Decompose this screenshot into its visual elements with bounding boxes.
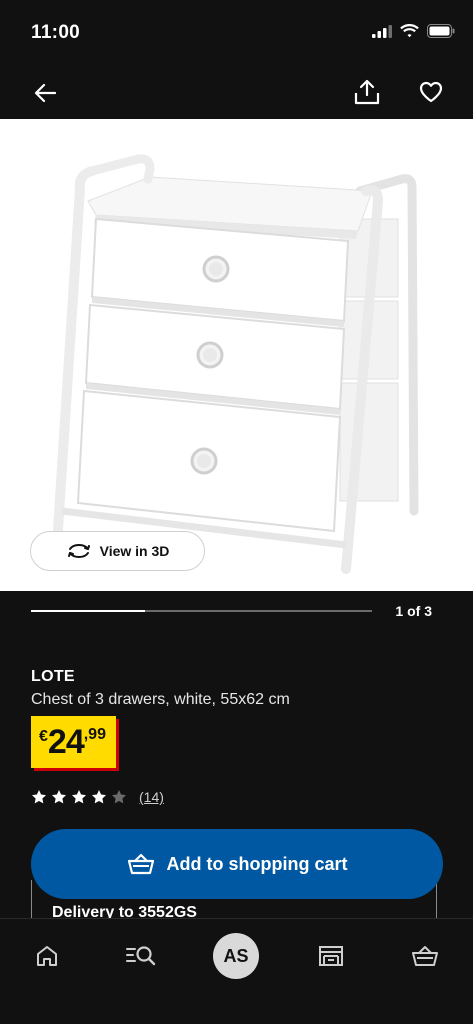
rotate-3d-icon — [67, 543, 90, 559]
price-tag: € 24 ,99 — [31, 716, 116, 768]
image-carousel-indicator: 1 of 3 — [0, 591, 473, 631]
share-button[interactable] — [351, 76, 383, 108]
bottom-navigation: AS — [0, 918, 473, 1024]
heart-icon — [419, 81, 443, 103]
product-rating[interactable]: (14) — [31, 789, 164, 805]
favorite-button[interactable] — [416, 77, 446, 107]
chest-of-drawers-illustration — [53, 154, 419, 574]
star-filled-icon — [52, 790, 66, 804]
home-icon — [37, 946, 57, 966]
nav-home[interactable] — [24, 933, 70, 979]
battery-icon — [427, 24, 455, 38]
product-name: LOTE — [31, 668, 75, 685]
star-filled-icon — [32, 790, 46, 804]
add-to-cart-label: Add to shopping cart — [166, 853, 348, 874]
star-empty-icon — [112, 790, 126, 804]
rating-stars — [31, 789, 127, 805]
basket-icon — [412, 946, 438, 966]
price-currency: € — [39, 728, 48, 745]
share-icon — [354, 79, 380, 105]
status-time: 11:00 — [31, 22, 81, 43]
price-integer: 24 — [47, 723, 85, 761]
star-filled-icon — [92, 790, 106, 804]
signal-icon — [372, 24, 392, 38]
nav-stores[interactable] — [308, 933, 354, 979]
status-icons — [372, 24, 455, 38]
product-image[interactable]: View in 3D — [0, 119, 473, 591]
carousel-progress-track[interactable] — [31, 610, 372, 612]
price-decimal: ,99 — [83, 726, 106, 743]
store-icon — [319, 946, 343, 966]
arrow-left-icon — [34, 83, 56, 103]
view-in-3d-button[interactable]: View in 3D — [30, 531, 205, 571]
wifi-icon — [400, 24, 419, 38]
review-count-link[interactable]: (14) — [139, 789, 164, 805]
back-button[interactable] — [30, 78, 60, 108]
add-to-cart-button[interactable]: Add to shopping cart — [31, 829, 443, 899]
star-filled-icon — [72, 790, 86, 804]
nav-basket[interactable] — [402, 933, 448, 979]
basket-icon — [127, 853, 154, 875]
nav-search[interactable] — [118, 933, 164, 979]
top-bar — [0, 66, 473, 119]
view-in-3d-label: View in 3D — [99, 543, 170, 559]
nav-profile[interactable]: AS — [213, 933, 259, 979]
carousel-progress-fill — [31, 610, 145, 612]
product-description: Chest of 3 drawers, white, 55x62 cm — [31, 691, 290, 708]
carousel-counter: 1 of 3 — [395, 603, 432, 619]
status-bar: 11:00 — [0, 0, 473, 66]
search-icon — [126, 946, 156, 966]
avatar: AS — [213, 933, 259, 979]
